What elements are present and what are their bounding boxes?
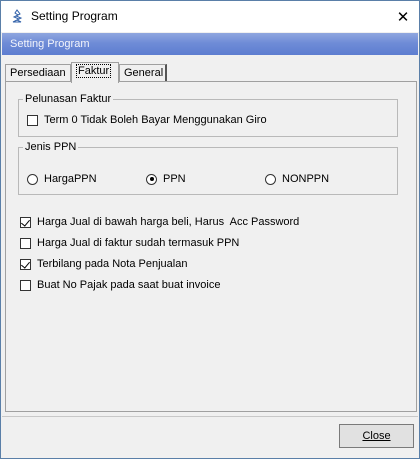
radio-ppn-label: PPN — [163, 173, 186, 185]
header-band: Setting Program — [2, 33, 418, 55]
option-terbilang-nota-label: Terbilang pada Nota Penjualan — [37, 258, 188, 270]
setting-program-window: Setting Program ✕ Setting Program Persed… — [0, 0, 420, 459]
radio-ppn[interactable]: PPN — [146, 173, 186, 185]
tab-general-label: General — [124, 67, 164, 79]
faktur-tab-panel: Pelunasan Faktur Term 0 Tidak Boleh Baya… — [5, 81, 417, 412]
tab-faktur[interactable]: Faktur — [71, 62, 119, 83]
footer-divider — [2, 416, 418, 417]
tab-persediaan[interactable]: Persediaan — [5, 64, 71, 82]
jenis-ppn-title: Jenis PPN — [23, 141, 79, 153]
tab-general[interactable]: General — [119, 64, 167, 82]
close-window-icon[interactable]: ✕ — [387, 1, 419, 32]
option-no-pajak-invoice[interactable]: Buat No Pajak pada saat buat invoice — [20, 279, 220, 291]
title-bar[interactable]: Setting Program ✕ — [1, 1, 419, 32]
close-button[interactable]: Close — [339, 424, 414, 448]
window-title: Setting Program — [31, 9, 118, 23]
radio-hargappn-circle[interactable] — [27, 173, 38, 185]
app-icon — [12, 9, 23, 23]
radio-ppn-circle[interactable] — [146, 173, 157, 185]
option-no-pajak-invoice-box[interactable] — [20, 279, 31, 291]
radio-hargappn-label: HargaPPN — [44, 173, 97, 185]
pelunasan-faktur-group: Pelunasan Faktur Term 0 Tidak Boleh Baya… — [18, 93, 398, 137]
pelunasan-faktur-title: Pelunasan Faktur — [23, 93, 114, 105]
radio-nonppn[interactable]: NONPPN — [265, 173, 329, 185]
radio-nonppn-label: NONPPN — [282, 173, 330, 185]
tab-faktur-label: Faktur — [76, 64, 112, 78]
option-harga-jual-acc-password-label: Harga Jual di bawah harga beli, Harus Ac… — [37, 216, 300, 228]
header-title: Setting Program — [10, 38, 90, 50]
term0-giro-checkbox[interactable]: Term 0 Tidak Boleh Bayar Menggunakan Gir… — [27, 114, 267, 126]
option-no-pajak-invoice-label: Buat No Pajak pada saat buat invoice — [37, 279, 221, 291]
option-harga-jual-termasuk-ppn-label: Harga Jual di faktur sudah termasuk PPN — [37, 237, 240, 249]
close-button-label: Close — [362, 430, 391, 442]
term0-giro-label: Term 0 Tidak Boleh Bayar Menggunakan Gir… — [44, 114, 267, 126]
radio-hargappn[interactable]: HargaPPN — [27, 173, 97, 185]
option-terbilang-nota-box[interactable] — [20, 258, 31, 270]
option-harga-jual-termasuk-ppn[interactable]: Harga Jual di faktur sudah termasuk PPN — [20, 237, 239, 249]
option-terbilang-nota[interactable]: Terbilang pada Nota Penjualan — [20, 258, 187, 270]
jenis-ppn-group: Jenis PPN HargaPPN PPN NONPPN — [18, 141, 398, 195]
tab-persediaan-label: Persediaan — [10, 67, 66, 79]
radio-nonppn-circle[interactable] — [265, 173, 276, 185]
option-harga-jual-acc-password[interactable]: Harga Jual di bawah harga beli, Harus Ac… — [20, 216, 299, 228]
term0-giro-box[interactable] — [27, 114, 38, 126]
option-harga-jual-acc-password-box[interactable] — [20, 216, 31, 228]
option-harga-jual-termasuk-ppn-box[interactable] — [20, 237, 31, 249]
